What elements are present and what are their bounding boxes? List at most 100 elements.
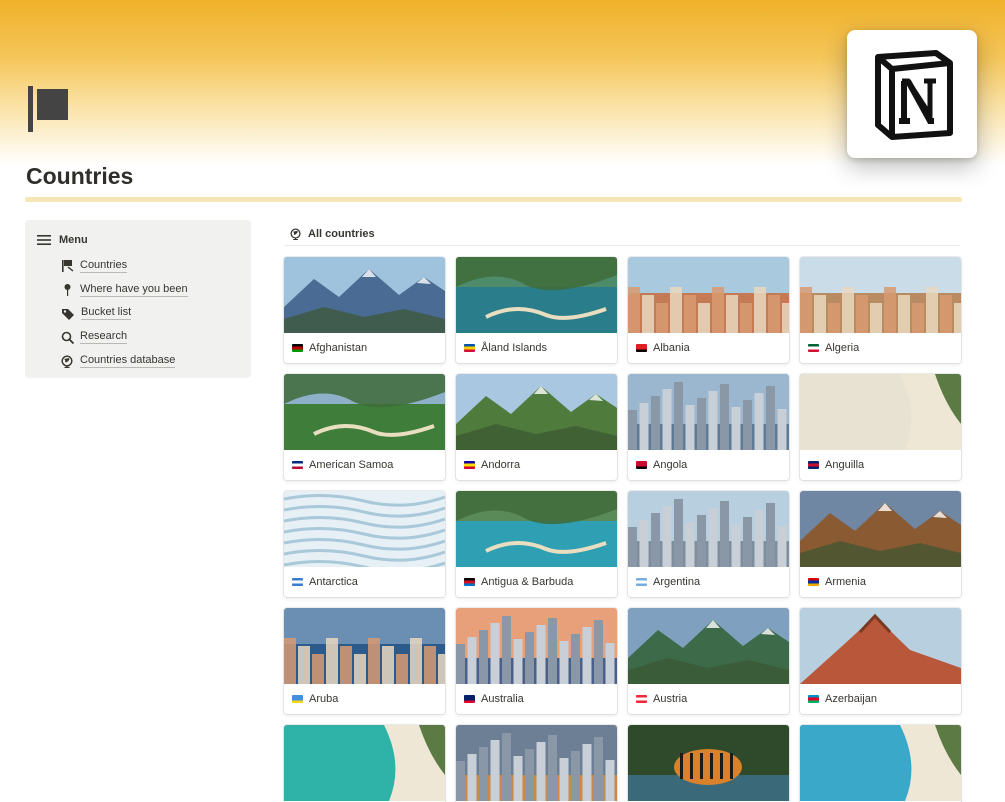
gallery-card[interactable]: Algeria (800, 257, 961, 363)
gallery-card[interactable]: Albania (628, 257, 789, 363)
gallery-card[interactable] (628, 725, 789, 802)
card-cover-image (628, 491, 789, 567)
title-divider (25, 197, 962, 202)
country-name: Australia (481, 693, 524, 705)
gallery-card[interactable] (456, 725, 617, 802)
notion-logo (847, 30, 977, 158)
menu-item-label: Countries database (80, 354, 176, 369)
card-caption: Andorra (456, 450, 617, 480)
country-name: Austria (653, 693, 688, 705)
gallery-card[interactable]: Antigua & Barbuda (456, 491, 617, 597)
gallery-card[interactable]: Azerbaijan (800, 608, 961, 714)
card-cover-image (800, 491, 961, 567)
gallery-card[interactable]: Austria (628, 608, 789, 714)
gallery-card[interactable] (800, 725, 961, 802)
menu-item-countries-database[interactable]: Countries database (61, 349, 241, 373)
gallery-card[interactable]: Anguilla (800, 374, 961, 480)
country-flag-icon (292, 578, 303, 586)
tag-icon (62, 308, 74, 320)
menu-item-where-have-you-been[interactable]: Where have you been (61, 278, 241, 302)
card-caption: Åland Islands (456, 333, 617, 363)
country-name: Anguilla (825, 459, 865, 471)
menu-callout: Menu Countries Where have you been Bucke… (25, 220, 251, 378)
card-caption: American Samoa (284, 450, 445, 480)
gallery-card[interactable]: Andorra (456, 374, 617, 480)
gallery-card[interactable]: Argentina (628, 491, 789, 597)
card-cover-image (456, 608, 617, 684)
country-name: Azerbaijan (825, 693, 877, 705)
gallery-view-tab[interactable]: All countries (285, 222, 960, 246)
card-caption: Argentina (628, 567, 789, 597)
card-caption: Afghanistan (284, 333, 445, 363)
country-flag-icon (292, 695, 303, 703)
card-caption: Anguilla (800, 450, 961, 480)
gallery-card[interactable]: Armenia (800, 491, 961, 597)
country-name: Antigua & Barbuda (481, 576, 574, 588)
gallery-card[interactable]: Åland Islands (456, 257, 617, 363)
gallery-card[interactable]: American Samoa (284, 374, 445, 480)
country-flag-icon (292, 344, 303, 352)
country-name: Antarctica (309, 576, 358, 588)
country-flag-icon (808, 461, 819, 469)
country-flag-icon (808, 695, 819, 703)
card-cover-image (800, 257, 961, 349)
gallery-card[interactable] (284, 725, 445, 802)
card-caption: Algeria (800, 333, 961, 363)
card-caption: Albania (628, 333, 789, 363)
card-cover-image (628, 257, 789, 349)
menu-item-research[interactable]: Research (61, 325, 241, 349)
card-cover-image (628, 725, 789, 801)
card-cover-image (284, 725, 445, 801)
card-cover-image (284, 608, 445, 700)
card-cover-image (284, 257, 445, 333)
card-caption: Angola (628, 450, 789, 480)
menu-item-label: Bucket list (81, 306, 132, 321)
gallery-card[interactable]: Australia (456, 608, 617, 714)
gallery-card[interactable]: Antarctica (284, 491, 445, 597)
country-name: Algeria (825, 342, 860, 354)
card-cover-image (800, 608, 961, 684)
globe-icon (290, 227, 301, 240)
hamburger-icon (37, 235, 51, 245)
card-caption: Aruba (284, 684, 445, 714)
card-cover-image (628, 608, 789, 684)
country-flag-icon (464, 578, 475, 586)
menu-header-label: Menu (59, 234, 88, 246)
card-cover-image (800, 374, 961, 450)
card-cover-image (800, 725, 961, 801)
country-flag-icon (636, 344, 647, 352)
menu-item-countries[interactable]: Countries (61, 254, 241, 278)
menu-item-label: Research (80, 330, 128, 345)
pin-icon (64, 284, 71, 297)
gallery-card[interactable]: Angola (628, 374, 789, 480)
menu-item-bucket-list[interactable]: Bucket list (61, 302, 241, 326)
gallery-view-label: All countries (308, 227, 375, 240)
menu-item-label: Countries (80, 258, 128, 273)
card-cover-image (456, 374, 617, 450)
country-flag-icon (808, 344, 819, 352)
country-name: American Samoa (309, 459, 394, 471)
card-cover-image (628, 374, 789, 450)
gallery-card[interactable]: Aruba (284, 608, 445, 714)
card-caption: Armenia (800, 567, 961, 597)
country-name: Argentina (653, 576, 701, 588)
country-flag-icon (636, 461, 647, 469)
card-caption: Australia (456, 684, 617, 714)
country-name: Angola (653, 459, 688, 471)
search-icon (61, 331, 74, 344)
country-name: Åland Islands (481, 342, 548, 354)
country-name: Afghanistan (309, 342, 368, 354)
country-name: Aruba (309, 693, 339, 705)
card-cover-image (456, 257, 617, 333)
country-flag-icon (464, 461, 475, 469)
gallery-grid: Afghanistan Åland Islands Albania Algeria Am… (284, 257, 961, 802)
globe-icon (61, 355, 73, 368)
country-flag-icon (464, 695, 475, 703)
card-caption: Antigua & Barbuda (456, 567, 617, 597)
card-cover-image (456, 725, 617, 801)
card-cover-image (284, 374, 445, 450)
notion-logo-icon (875, 50, 953, 140)
gallery-card[interactable]: Afghanistan (284, 257, 445, 363)
card-caption: Antarctica (284, 567, 445, 597)
card-caption: Austria (628, 684, 789, 714)
